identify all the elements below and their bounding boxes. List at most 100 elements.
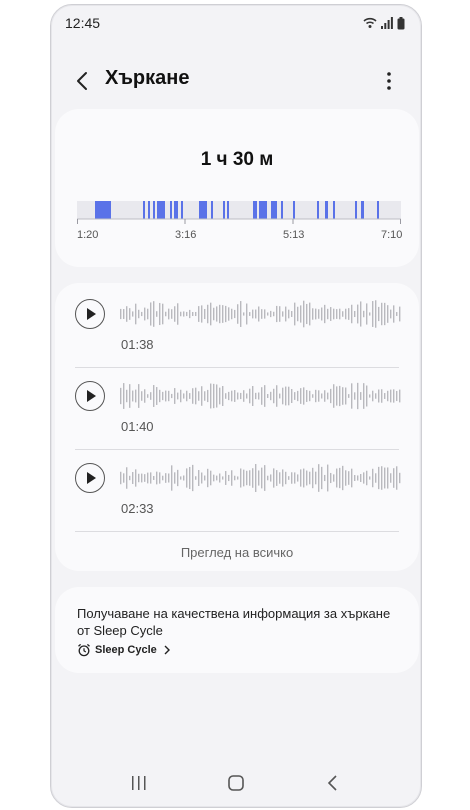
- waveform-bar: [162, 391, 164, 401]
- chevron-right-icon: [164, 645, 170, 655]
- waveform-bar: [351, 468, 353, 488]
- waveform-bar: [237, 304, 239, 324]
- waveform-bar: [393, 389, 395, 403]
- waveform-bar: [303, 300, 305, 328]
- waveform-bar: [210, 302, 212, 326]
- tick-label-1: 1:20: [77, 229, 99, 241]
- waveform-bar: [264, 385, 266, 407]
- view-all-button[interactable]: Преглед на всичко: [55, 545, 419, 560]
- waveform-bar: [204, 391, 206, 401]
- play-button[interactable]: [75, 381, 105, 411]
- waveform-bar: [312, 308, 314, 320]
- waveform-bar: [183, 311, 185, 317]
- waveform-bar: [309, 302, 311, 326]
- waveform-bar: [306, 470, 308, 486]
- waveform-bar: [225, 305, 227, 323]
- status-bar: 12:45: [65, 13, 405, 33]
- wifi-icon: [363, 17, 377, 28]
- page-title: Хъркане: [105, 67, 190, 89]
- waveform-bar: [348, 394, 350, 398]
- home-button[interactable]: [224, 771, 248, 795]
- waveform-bar: [120, 471, 122, 485]
- waveform-bar: [279, 306, 281, 322]
- waveform-bar: [144, 389, 146, 403]
- waveform-bar: [249, 470, 251, 486]
- waveform-bar: [150, 472, 152, 484]
- waveform-bar: [282, 311, 284, 317]
- waveform-bar: [264, 309, 266, 319]
- waveform-bar: [360, 474, 362, 482]
- play-button[interactable]: [75, 299, 105, 329]
- waveform-bar: [240, 468, 242, 488]
- waveform-bar: [390, 473, 392, 483]
- waveform-bar: [369, 312, 371, 316]
- waveform-bar: [360, 301, 362, 327]
- play-icon: [87, 390, 96, 402]
- waveform-bar: [195, 387, 197, 405]
- waveform-bar: [132, 311, 134, 317]
- waveform-bar: [126, 389, 128, 403]
- waveform-bar: [255, 464, 257, 492]
- waveform-bar: [399, 389, 401, 403]
- alarm-clock-icon: [78, 643, 90, 657]
- waveform-bar: [183, 393, 185, 399]
- waveform-bar: [357, 475, 359, 481]
- back-arrow-icon[interactable]: [71, 69, 95, 93]
- battery-icon: [397, 16, 405, 29]
- recording-waveform: [120, 382, 401, 410]
- waveform-bar: [279, 472, 281, 484]
- waveform-bar: [165, 473, 167, 483]
- snore-segment: [271, 201, 277, 219]
- waveform-bar: [162, 475, 164, 481]
- waveform-bar: [321, 307, 323, 321]
- waveform-bar: [327, 464, 329, 492]
- back-button[interactable]: [321, 771, 345, 795]
- waveform-bar: [222, 386, 224, 406]
- waveform-bar: [318, 309, 320, 319]
- waveform-bar: [285, 386, 287, 406]
- waveform-bar: [315, 389, 317, 403]
- recent-apps-button[interactable]: [127, 771, 151, 795]
- divider: [75, 531, 399, 532]
- snore-segment: [333, 201, 335, 219]
- waveform-bar: [210, 470, 212, 486]
- more-vert-icon[interactable]: [377, 69, 401, 93]
- waveform-bar: [189, 309, 191, 319]
- waveform-bar: [219, 473, 221, 483]
- waveform-bar: [387, 305, 389, 323]
- snore-segment: [227, 201, 229, 219]
- tick-label-4: 7:10: [381, 229, 403, 241]
- waveform-bar: [243, 469, 245, 487]
- phone-screen: 12:45 Хъркане 1 ч 30 м 1:20 3:16 5:13 7:…: [50, 4, 422, 808]
- app-bar: Хъркане: [51, 63, 421, 99]
- waveform-bar: [228, 391, 230, 401]
- waveform-bar: [270, 310, 272, 318]
- waveform-bar: [336, 309, 338, 319]
- waveform-bar: [273, 388, 275, 404]
- waveform-bar: [288, 386, 290, 406]
- waveform-bar: [222, 476, 224, 480]
- snoring-duration: 1 ч 30 м: [200, 149, 274, 170]
- sleep-cycle-link[interactable]: Sleep Cycle: [77, 643, 173, 657]
- waveform-bar: [141, 473, 143, 483]
- waveform-bar: [312, 394, 314, 398]
- waveform-bar: [360, 392, 362, 400]
- waveform-bar: [165, 311, 167, 317]
- back-icon: [327, 775, 337, 791]
- play-button[interactable]: [75, 463, 105, 493]
- waveform-bar: [366, 470, 368, 486]
- status-time: 12:45: [65, 15, 101, 31]
- waveform-bar: [258, 392, 260, 400]
- snore-segment: [377, 201, 379, 219]
- play-icon: [87, 472, 96, 484]
- snore-segment: [181, 201, 183, 219]
- waveform-bar: [207, 304, 209, 324]
- waveform-bar: [291, 311, 293, 317]
- waveform-bar: [336, 468, 338, 488]
- waveform-bar: [129, 475, 131, 481]
- waveform-bar: [324, 304, 326, 324]
- waveform-bar: [258, 470, 260, 486]
- waveform-bar: [171, 393, 173, 399]
- snore-segment: [211, 201, 213, 219]
- waveform-bar: [180, 476, 182, 480]
